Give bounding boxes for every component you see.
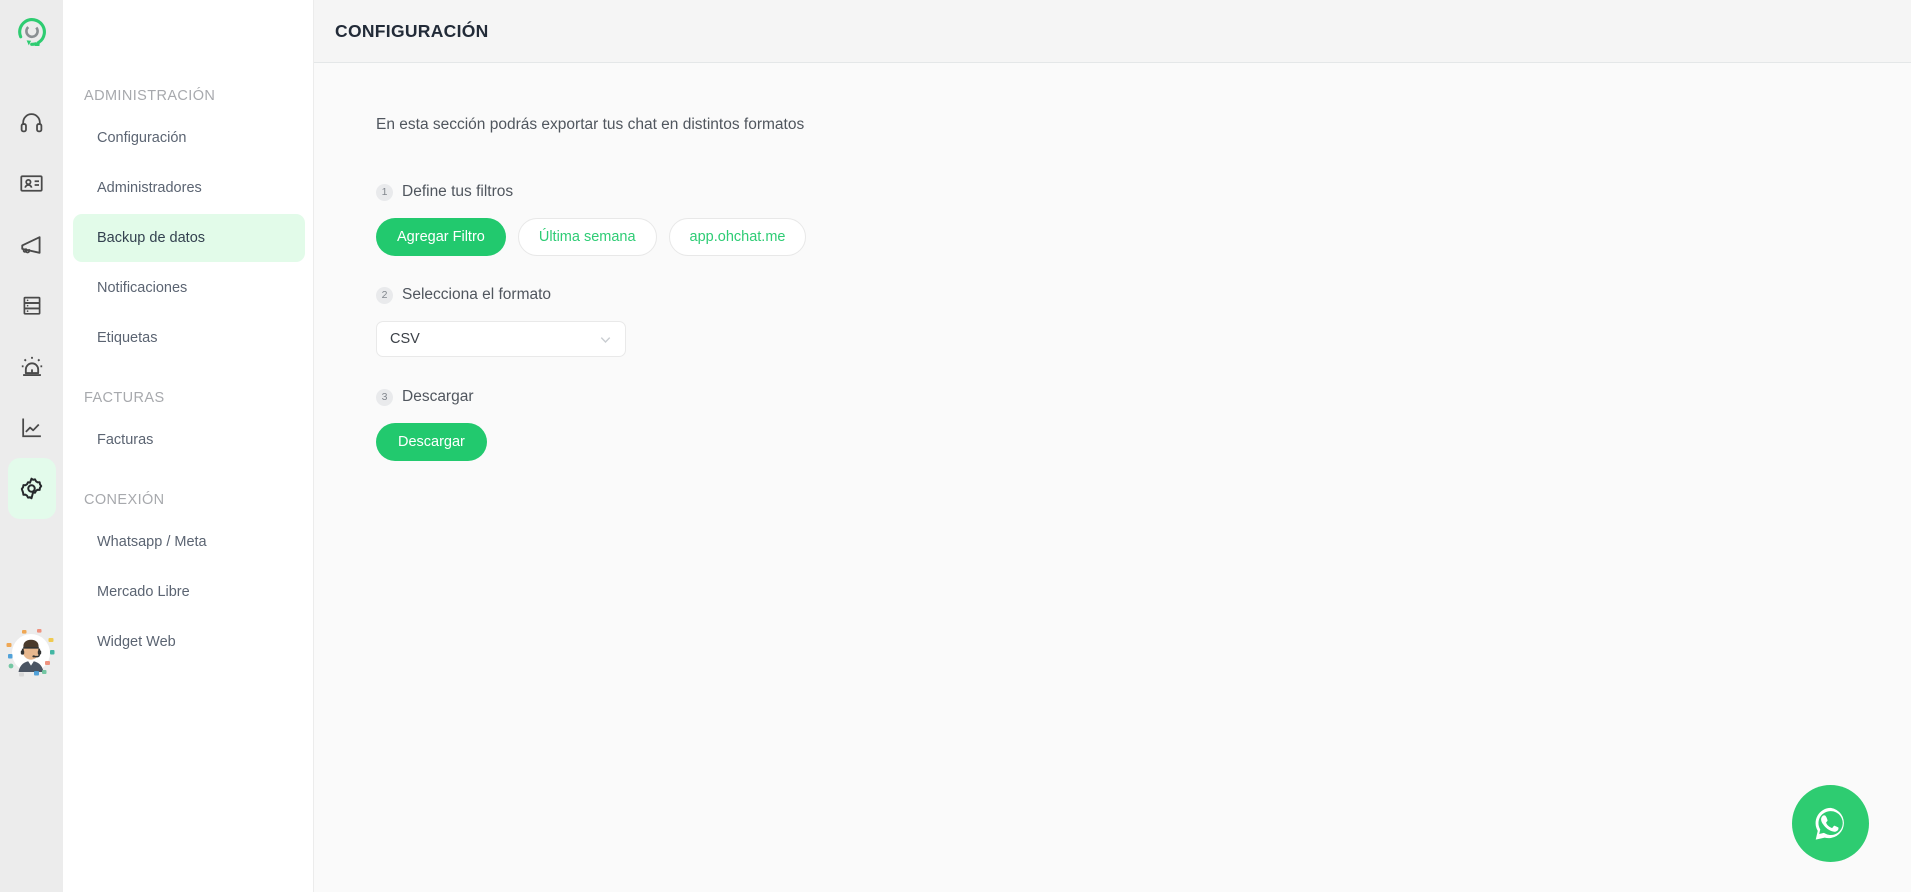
step-3-header: 3 Descargar [376,388,1911,406]
chevron-down-icon [598,332,613,347]
sidebar-item-whatsapp-meta[interactable]: Whatsapp / Meta [73,518,305,566]
line-chart-icon [22,418,41,438]
rail-item-campaigns[interactable] [8,214,56,275]
sidebar-item-administradores[interactable]: Administradores [73,164,305,212]
sidebar-item-etiquetas[interactable]: Etiquetas [73,314,305,362]
rail-item-catalog[interactable] [8,275,56,336]
headset-icon [20,113,43,133]
filter-chip-domain[interactable]: app.ohchat.me [668,218,807,256]
download-button[interactable]: Descargar [376,423,487,461]
sidebar-group-title-administracion: ADMINISTRACIÓN [84,88,216,104]
rail-item-reports[interactable] [8,397,56,458]
filters-row: Agregar Filtro Última semana app.ohchat.… [376,218,1911,256]
add-filter-button[interactable]: Agregar Filtro [376,218,506,256]
chat-bubble-c-logo-icon [17,18,46,46]
whatsapp-icon [1815,807,1844,840]
sidebar-group-title-facturas: FACTURAS [84,390,165,406]
contact-card-icon [20,175,43,192]
app-root: ADMINISTRACIÓN Configuración Administrad… [0,0,1911,892]
rail-item-settings[interactable] [7,458,56,519]
settings-sidebar: ADMINISTRACIÓN Configuración Administrad… [63,0,314,892]
step-3-label: Descargar [402,388,474,405]
avatar[interactable] [5,627,57,679]
rail-items [0,64,63,519]
sidebar-item-backup-de-datos[interactable]: Backup de datos [73,214,305,262]
page-title: CONFIGURACIÓN [335,20,489,41]
rail-item-conversations[interactable] [8,92,56,153]
step-1-header: 1 Define tus filtros [376,183,1911,201]
whatsapp-fab-button[interactable] [1792,785,1869,862]
sidebar-item-widget-web[interactable]: Widget Web [73,618,305,666]
backup-panel: En esta sección podrás exportar tus chat… [314,64,1911,461]
sidebar-item-mercado-libre[interactable]: Mercado Libre [73,568,305,616]
step-1-badge: 1 [376,183,393,201]
step-2-badge: 2 [376,286,393,304]
server-list-icon [23,296,40,315]
megaphone-icon [20,235,41,254]
rail-item-contacts[interactable] [8,153,56,214]
format-select-value: CSV [390,331,420,347]
sidebar-item-configuracion[interactable]: Configuración [73,114,305,162]
main-content: CONFIGURACIÓN En esta sección podrás exp… [314,0,1911,892]
step-2-header: 2 Selecciona el formato [376,286,1911,304]
rail-item-alerts[interactable] [8,336,56,397]
alarm-siren-icon [21,356,42,376]
filter-chip-ultima-semana[interactable]: Última semana [517,218,657,256]
sidebar-item-notificaciones[interactable]: Notificaciones [73,264,305,312]
top-header-bar: CONFIGURACIÓN [314,0,1911,63]
step-3-badge: 3 [376,388,393,406]
sidebar-item-facturas[interactable]: Facturas [73,416,305,464]
step-1-label: Define tus filtros [402,183,514,200]
step-2-label: Selecciona el formato [402,286,552,303]
icon-rail [0,0,63,892]
app-logo[interactable] [0,0,63,64]
format-select[interactable]: CSV [376,321,626,357]
gear-icon [20,477,43,500]
intro-text: En esta sección podrás exportar tus chat… [376,116,805,133]
sidebar-group-title-conexion: CONEXIÓN [84,492,165,508]
support-agent-avatar-icon [6,629,55,677]
